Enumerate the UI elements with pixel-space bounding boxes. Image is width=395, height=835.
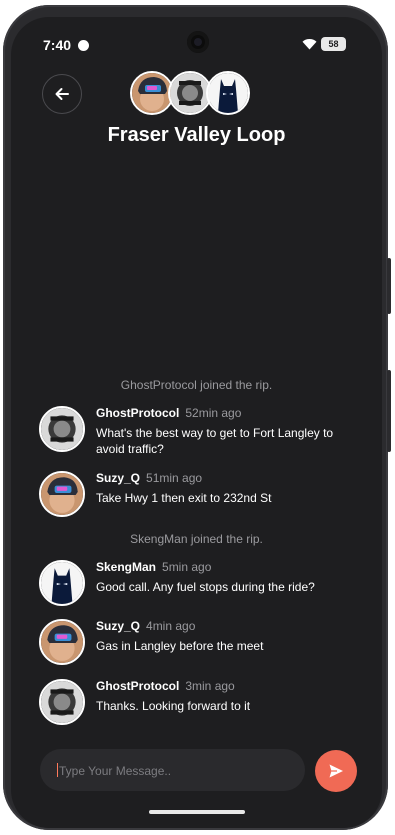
- status-bar: 7:40 58: [11, 17, 382, 63]
- message-time: 51min ago: [146, 471, 203, 485]
- message-time: 5min ago: [162, 560, 212, 574]
- participant-avatars[interactable]: [130, 71, 250, 117]
- message-time: 4min ago: [146, 619, 196, 633]
- send-icon: [329, 764, 343, 778]
- message-item: Suzy_Q 51min ago Take Hwy 1 then exit to …: [39, 471, 359, 531]
- front-camera: [187, 31, 209, 53]
- message-username: Suzy_Q: [96, 471, 141, 485]
- notification-dot-icon: [78, 40, 89, 51]
- message-item: GhostProtocol 3min ago Thanks. Looking fo…: [39, 679, 359, 739]
- avatar-suzy[interactable]: [39, 471, 85, 517]
- wifi-icon: [302, 38, 317, 50]
- message-input[interactable]: [57, 749, 291, 793]
- message-time: 3min ago: [185, 679, 235, 693]
- avatar-skengman[interactable]: [39, 560, 85, 606]
- message-item: Suzy_Q 4min ago Gas in Langley before the…: [39, 619, 359, 679]
- avatar-suzy[interactable]: [39, 619, 85, 665]
- message-username: Suzy_Q: [96, 619, 141, 633]
- message-username: SkengMan: [96, 560, 157, 574]
- message-text: Thanks. Looking forward to it: [96, 699, 251, 713]
- avatar-ghostprotocol[interactable]: [39, 679, 85, 725]
- message-username: GhostProtocol: [96, 406, 180, 420]
- arrow-left-icon: [55, 88, 69, 100]
- side-button: [387, 370, 391, 452]
- send-button[interactable]: [315, 750, 357, 792]
- status-time: 7:40: [43, 37, 72, 53]
- side-button: [387, 258, 391, 314]
- message-text: Take Hwy 1 then exit to 232nd St: [96, 491, 272, 505]
- text-caret: [57, 763, 58, 777]
- system-message: SkengMan joined the rip.: [130, 532, 263, 546]
- chat-title: Fraser Valley Loop: [107, 124, 286, 146]
- home-indicator[interactable]: [149, 810, 245, 814]
- avatar-ghostprotocol[interactable]: [39, 406, 85, 452]
- screen: 7:40 58 Fraser Valley Loop GhostProtocol…: [11, 17, 382, 828]
- phone-frame: 7:40 58 Fraser Valley Loop GhostProtocol…: [3, 5, 388, 830]
- message-text: Good call. Any fuel stops during the rid…: [96, 580, 315, 594]
- back-button[interactable]: [42, 74, 82, 114]
- battery-icon: 58: [321, 37, 346, 51]
- message-text: Gas in Langley before the meet: [96, 639, 264, 653]
- message-time: 52min ago: [185, 406, 242, 420]
- system-message: GhostProtocol joined the rip.: [120, 378, 273, 392]
- message-item: GhostProtocol 52min ago What's the best w…: [39, 406, 359, 466]
- message-username: GhostProtocol: [96, 679, 180, 693]
- message-item: SkengMan 5min ago Good call. Any fuel sto…: [39, 560, 359, 620]
- message-composer: [40, 749, 305, 793]
- avatar-skengman: [206, 71, 250, 115]
- message-text: What's the best way to get to Fort Langl…: [96, 426, 334, 456]
